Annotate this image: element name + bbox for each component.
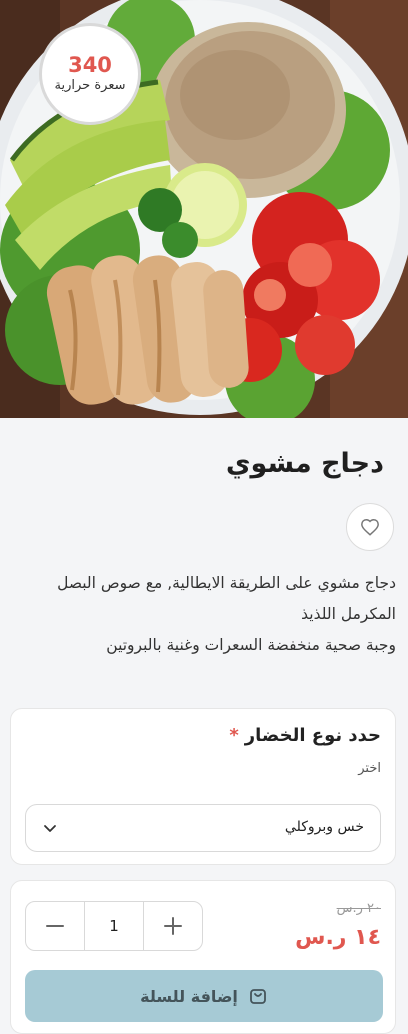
old-price: ٢٠ ر.س xyxy=(336,901,381,916)
description-line: وجبة صحية منخفضة السعرات وغنية بالبروتين xyxy=(106,636,396,654)
purchase-card: ٢٠ ر.س ١٤ ر.س 1 إضافة للسلة xyxy=(10,880,396,1034)
options-title-text: حدد نوع الخضار xyxy=(244,725,381,746)
product-title: دجاج مشوي xyxy=(225,448,384,479)
favorite-button[interactable] xyxy=(346,503,394,551)
add-to-cart-button[interactable]: إضافة للسلة xyxy=(25,970,383,1022)
add-to-cart-label: إضافة للسلة xyxy=(140,986,238,1006)
options-card: حدد نوع الخضار* اختر خس وبروكلي xyxy=(10,708,396,865)
chevron-down-icon xyxy=(42,820,58,840)
increase-button[interactable] xyxy=(144,902,202,950)
minus-icon xyxy=(46,925,65,927)
required-mark: * xyxy=(229,725,239,746)
quantity-value[interactable]: 1 xyxy=(84,902,144,950)
vegetables-select[interactable]: خس وبروكلي xyxy=(25,804,381,852)
calories-value: 340 xyxy=(68,53,112,77)
decrease-button[interactable] xyxy=(26,902,84,950)
cart-icon xyxy=(248,986,268,1006)
current-price: ١٤ ر.س xyxy=(295,925,381,950)
quantity-stepper: 1 xyxy=(25,901,203,951)
options-subtitle: اختر xyxy=(358,761,381,776)
options-title: حدد نوع الخضار* xyxy=(229,725,381,746)
product-description: دجاج مشوي على الطريقة الايطالية, مع صوص … xyxy=(12,568,396,661)
calories-label: سعرة حرارية xyxy=(54,78,126,93)
plus-icon xyxy=(163,917,182,935)
calories-badge: 340 سعرة حرارية xyxy=(39,23,141,125)
product-image: 340 سعرة حرارية xyxy=(0,0,408,418)
heart-outline-icon xyxy=(361,518,379,536)
description-line: دجاج مشوي على الطريقة الايطالية, مع صوص … xyxy=(57,574,396,623)
select-value: خس وبروكلي xyxy=(284,819,364,835)
